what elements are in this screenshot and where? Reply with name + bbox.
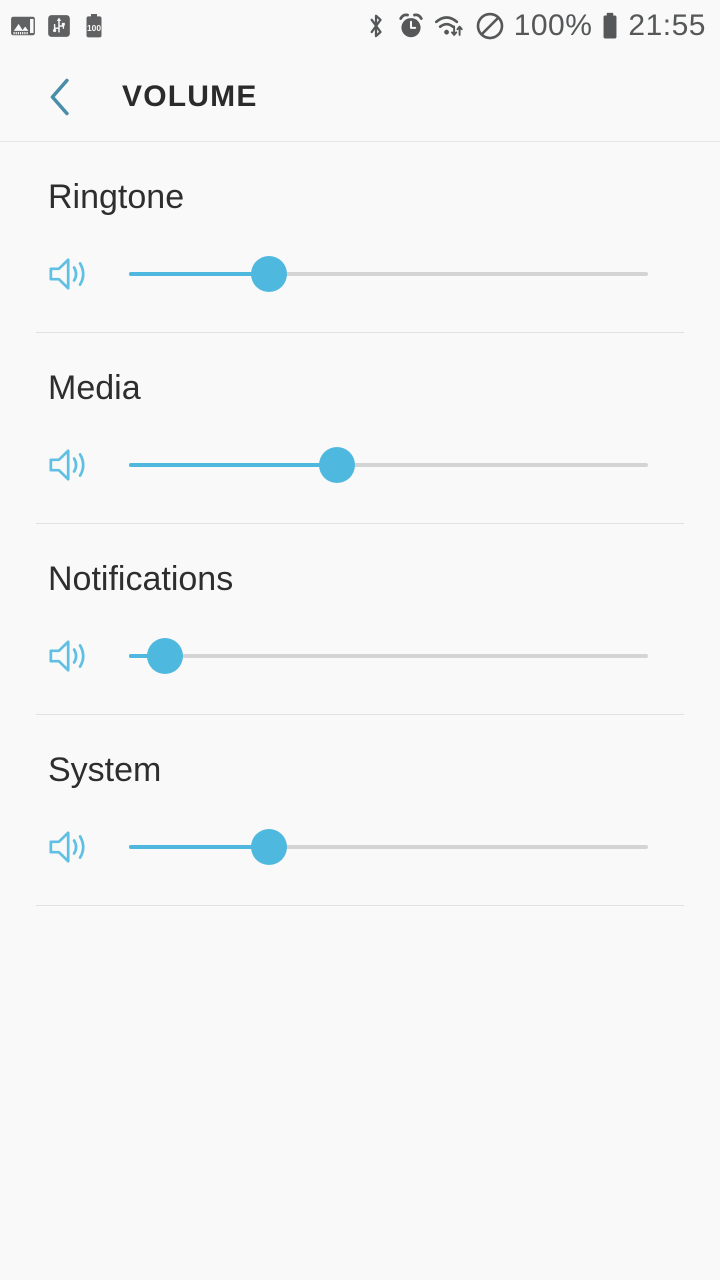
battery-100-icon: 100 bbox=[82, 13, 106, 39]
usb-icon bbox=[46, 13, 72, 39]
slider-fill bbox=[129, 845, 270, 849]
speaker-icon bbox=[36, 825, 92, 869]
alarm-icon bbox=[397, 12, 425, 40]
status-bar-right-icons: 100% 21:55 bbox=[364, 9, 706, 43]
battery-percent-label: 100% bbox=[513, 9, 593, 42]
gallery-icon bbox=[10, 13, 36, 39]
volume-slider-ringtone[interactable] bbox=[129, 252, 648, 296]
slider-fill bbox=[129, 463, 337, 467]
speaker-icon bbox=[36, 443, 92, 487]
speaker-icon bbox=[36, 252, 92, 296]
slider-track[interactable] bbox=[129, 654, 648, 658]
slider-thumb[interactable] bbox=[251, 256, 288, 292]
volume-row-system: System bbox=[0, 715, 720, 906]
wifi-transfer-icon bbox=[434, 12, 466, 40]
do-not-disturb-icon bbox=[475, 11, 505, 41]
bluetooth-icon bbox=[364, 11, 388, 41]
clock-label: 21:55 bbox=[628, 9, 706, 42]
volume-slider-notifications[interactable] bbox=[129, 634, 648, 678]
speaker-icon bbox=[36, 634, 92, 678]
slider-thumb[interactable] bbox=[318, 447, 355, 483]
slider-fill bbox=[129, 272, 270, 276]
volume-slider-media[interactable] bbox=[129, 443, 648, 487]
volume-row-label: Ringtone bbox=[48, 178, 185, 216]
slider-thumb[interactable] bbox=[251, 829, 288, 865]
battery-icon bbox=[601, 12, 619, 40]
volume-row-notifications: Notifications bbox=[0, 524, 720, 715]
volume-row-ringtone: Ringtone bbox=[0, 142, 720, 333]
app-header: VOLUME bbox=[0, 52, 720, 142]
status-bar-left-icons: 100 bbox=[10, 13, 106, 39]
volume-settings-list: Ringtone Media Notifications System bbox=[0, 142, 720, 906]
volume-row-label: System bbox=[48, 751, 162, 789]
chevron-left-icon bbox=[50, 78, 69, 115]
volume-row-label: Notifications bbox=[48, 560, 234, 598]
slider-thumb[interactable] bbox=[147, 638, 184, 674]
back-button[interactable] bbox=[36, 73, 84, 121]
battery-level-text: 100 bbox=[87, 23, 101, 33]
volume-row-label: Media bbox=[48, 369, 141, 407]
volume-slider-system[interactable] bbox=[129, 825, 648, 869]
volume-row-media: Media bbox=[0, 333, 720, 524]
status-bar: 100 100% 21:55 bbox=[0, 0, 720, 52]
page-title: VOLUME bbox=[122, 79, 258, 113]
